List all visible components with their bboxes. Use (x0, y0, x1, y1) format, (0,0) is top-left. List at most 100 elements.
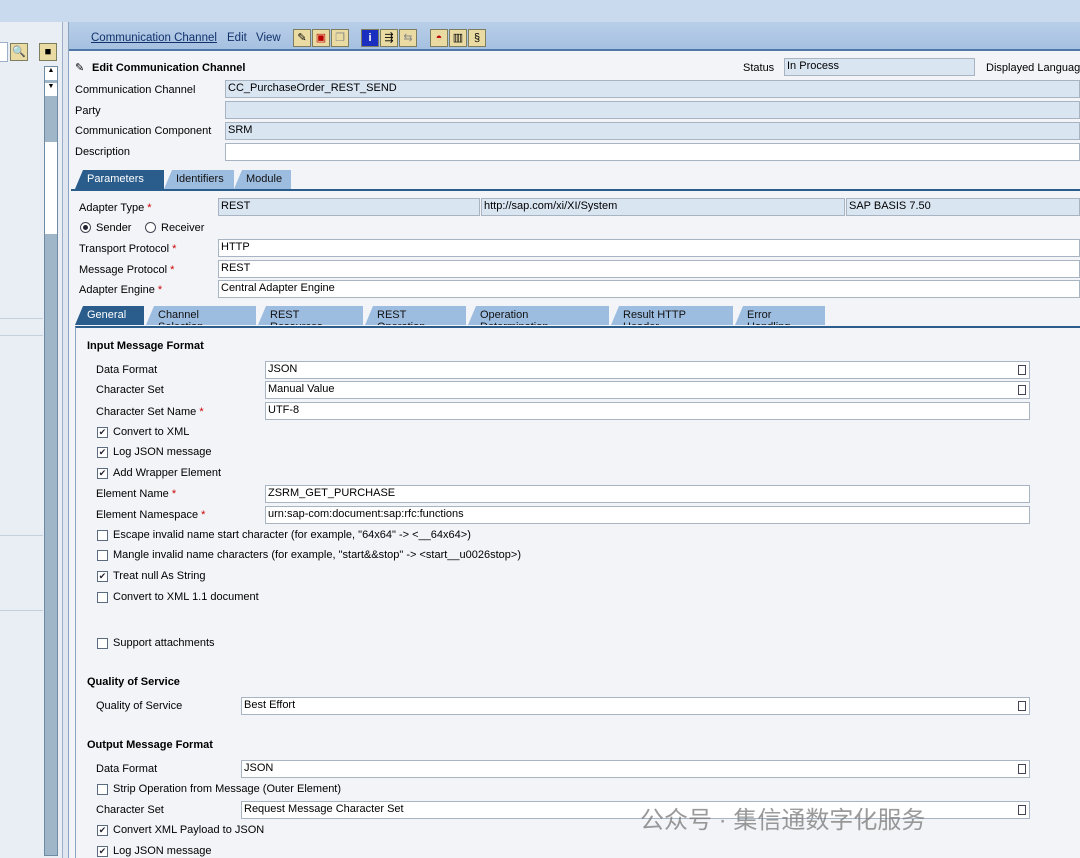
convert-xml-label: Convert to XML (113, 426, 190, 438)
page-title: Edit Communication Channel (92, 62, 246, 74)
qos-heading: Quality of Service (87, 676, 180, 688)
subtab-operation-determination[interactable]: Operation Determination (468, 306, 609, 325)
element-namespace-field[interactable]: urn:sap-com:document:sap:rfc:functions (265, 506, 1030, 524)
dropdown-icon (1018, 805, 1026, 815)
input-heading: Input Message Format (87, 340, 204, 352)
scroll-down-icon[interactable]: ▼ (45, 83, 57, 96)
add-wrapper-label: Add Wrapper Element (113, 467, 222, 479)
channel-icon: ✎ (75, 62, 85, 74)
input-data-format-select[interactable]: JSON (265, 361, 1030, 379)
window-top-band (0, 0, 1080, 22)
adapter-type-field: REST (218, 198, 480, 216)
subtab-result-http-header[interactable]: Result HTTP Header (611, 306, 733, 325)
party-field (225, 101, 1080, 119)
adapter-type-label: Adapter Type * (79, 202, 152, 214)
subtab-general[interactable]: General (75, 306, 144, 325)
output-charset-label: Character Set (96, 804, 164, 816)
dropdown-icon (1018, 365, 1026, 375)
tab-identifiers[interactable]: Identifiers (164, 170, 234, 189)
adapter-namespace-field: http://sap.com/xi/XI/System (481, 198, 845, 216)
displayed-language-label: Displayed Languag (986, 62, 1080, 74)
subtab-channel-selection[interactable]: Channel Selection (146, 306, 256, 325)
description-field[interactable] (225, 143, 1080, 161)
toolbar: Communication Channel Edit View ✎ ▣ ❐ i … (69, 22, 1080, 51)
pane-splitter[interactable] (63, 22, 69, 858)
output-data-format-select[interactable]: JSON (241, 760, 1030, 778)
channel-field: CC_PurchaseOrder_REST_SEND (225, 80, 1080, 98)
attachments-checkbox[interactable] (97, 638, 108, 649)
message-protocol-field[interactable]: REST (218, 260, 1080, 278)
input-charset-label: Character Set (96, 384, 164, 396)
sender-label: Sender (96, 222, 132, 234)
attachments-label: Support attachments (113, 637, 215, 649)
book-icon[interactable]: ▥ (449, 29, 467, 47)
tab-module[interactable]: Module (234, 170, 291, 189)
message-protocol-label: Message Protocol * (79, 264, 175, 276)
xml11-label: Convert to XML 1.1 document (113, 591, 259, 603)
convert-json-checkbox[interactable]: ✔ (97, 825, 108, 836)
charset-name-label: Character Set Name * (96, 406, 204, 418)
treat-null-label: Treat null As String (113, 570, 206, 582)
tab-parameters[interactable]: Parameters (75, 170, 164, 189)
dropdown-icon (1018, 701, 1026, 711)
component-label: Communication Component (75, 125, 212, 137)
transport-field[interactable]: HTTP (218, 239, 1080, 257)
log-json-label: Log JSON message (113, 446, 212, 458)
adapter-swcv-field: SAP BASIS 7.50 (846, 198, 1080, 216)
input-charset-select[interactable]: Manual Value (265, 381, 1030, 399)
xml11-checkbox[interactable] (97, 592, 108, 603)
charset-name-field[interactable]: UTF-8 (265, 402, 1030, 420)
output-heading: Output Message Format (87, 739, 213, 751)
treat-null-checkbox[interactable]: ✔ (97, 571, 108, 582)
output-data-format-label: Data Format (96, 763, 158, 775)
compare-icon[interactable]: ⇆ (399, 29, 417, 47)
nav-scrollbar[interactable]: ▲ ▼ (44, 66, 58, 856)
navigation-pane: 🔍 ■ ▲ ▼ (0, 22, 63, 858)
subtab-rest-operation[interactable]: REST Operation (365, 306, 466, 325)
scroll-up-icon[interactable]: ▲ (45, 67, 57, 80)
strip-label: Strip Operation from Message (Outer Elem… (113, 783, 342, 795)
stop-button[interactable]: ■ (39, 43, 57, 61)
log-json-checkbox[interactable]: ✔ (97, 447, 108, 458)
description-label: Description (75, 146, 131, 158)
info-icon[interactable]: i (361, 29, 379, 47)
scroll-icon[interactable]: § (468, 29, 486, 47)
adapter-engine-field[interactable]: Central Adapter Engine (218, 280, 1080, 298)
party-label: Party (75, 105, 101, 117)
element-name-field[interactable]: ZSRM_GET_PURCHASE (265, 485, 1030, 503)
convert-json-label: Convert XML Payload to JSON (113, 824, 265, 836)
scroll-thumb[interactable] (45, 142, 57, 234)
status-label: Status (743, 62, 775, 74)
output-log-json-label: Log JSON message (113, 845, 212, 857)
input-data-format-label: Data Format (96, 364, 158, 376)
transport-label: Transport Protocol * (79, 243, 177, 255)
element-name-label: Element Name * (96, 488, 177, 500)
binoculars-icon[interactable]: 🔍 (10, 43, 28, 61)
save-icon[interactable]: ▣ (312, 29, 330, 47)
dropdown-icon (1018, 764, 1026, 774)
escape-checkbox[interactable] (97, 530, 108, 541)
add-wrapper-checkbox[interactable]: ✔ (97, 468, 108, 479)
menu-communication-channel[interactable]: Communication Channel (91, 32, 217, 44)
element-namespace-label: Element Namespace * (96, 509, 206, 521)
dropdown-icon (1018, 385, 1026, 395)
menu-view[interactable]: View (256, 32, 281, 44)
mangle-label: Mangle invalid name characters (for exam… (113, 549, 521, 561)
mangle-checkbox[interactable] (97, 550, 108, 561)
edit-icon[interactable]: ✎ (293, 29, 311, 47)
sender-radio[interactable] (80, 222, 91, 233)
watermark: 公众号 · 集信通数字化服务 (640, 807, 926, 834)
copy-icon[interactable]: ❐ (331, 29, 349, 47)
menu-edit[interactable]: Edit (227, 32, 247, 44)
where-used-icon[interactable]: ⇶ (380, 29, 398, 47)
subtab-rest-resources[interactable]: REST Resources (258, 306, 363, 325)
hat-icon[interactable]: ◓ (430, 29, 448, 47)
strip-checkbox[interactable] (97, 784, 108, 795)
qos-select[interactable]: Best Effort (241, 697, 1030, 715)
output-log-json-checkbox[interactable]: ✔ (97, 846, 108, 857)
convert-xml-checkbox[interactable]: ✔ (97, 427, 108, 438)
subtab-error-handling[interactable]: Error Handling (735, 306, 825, 325)
receiver-label: Receiver (161, 222, 205, 234)
receiver-radio[interactable] (145, 222, 156, 233)
nav-search-input[interactable] (0, 42, 8, 62)
